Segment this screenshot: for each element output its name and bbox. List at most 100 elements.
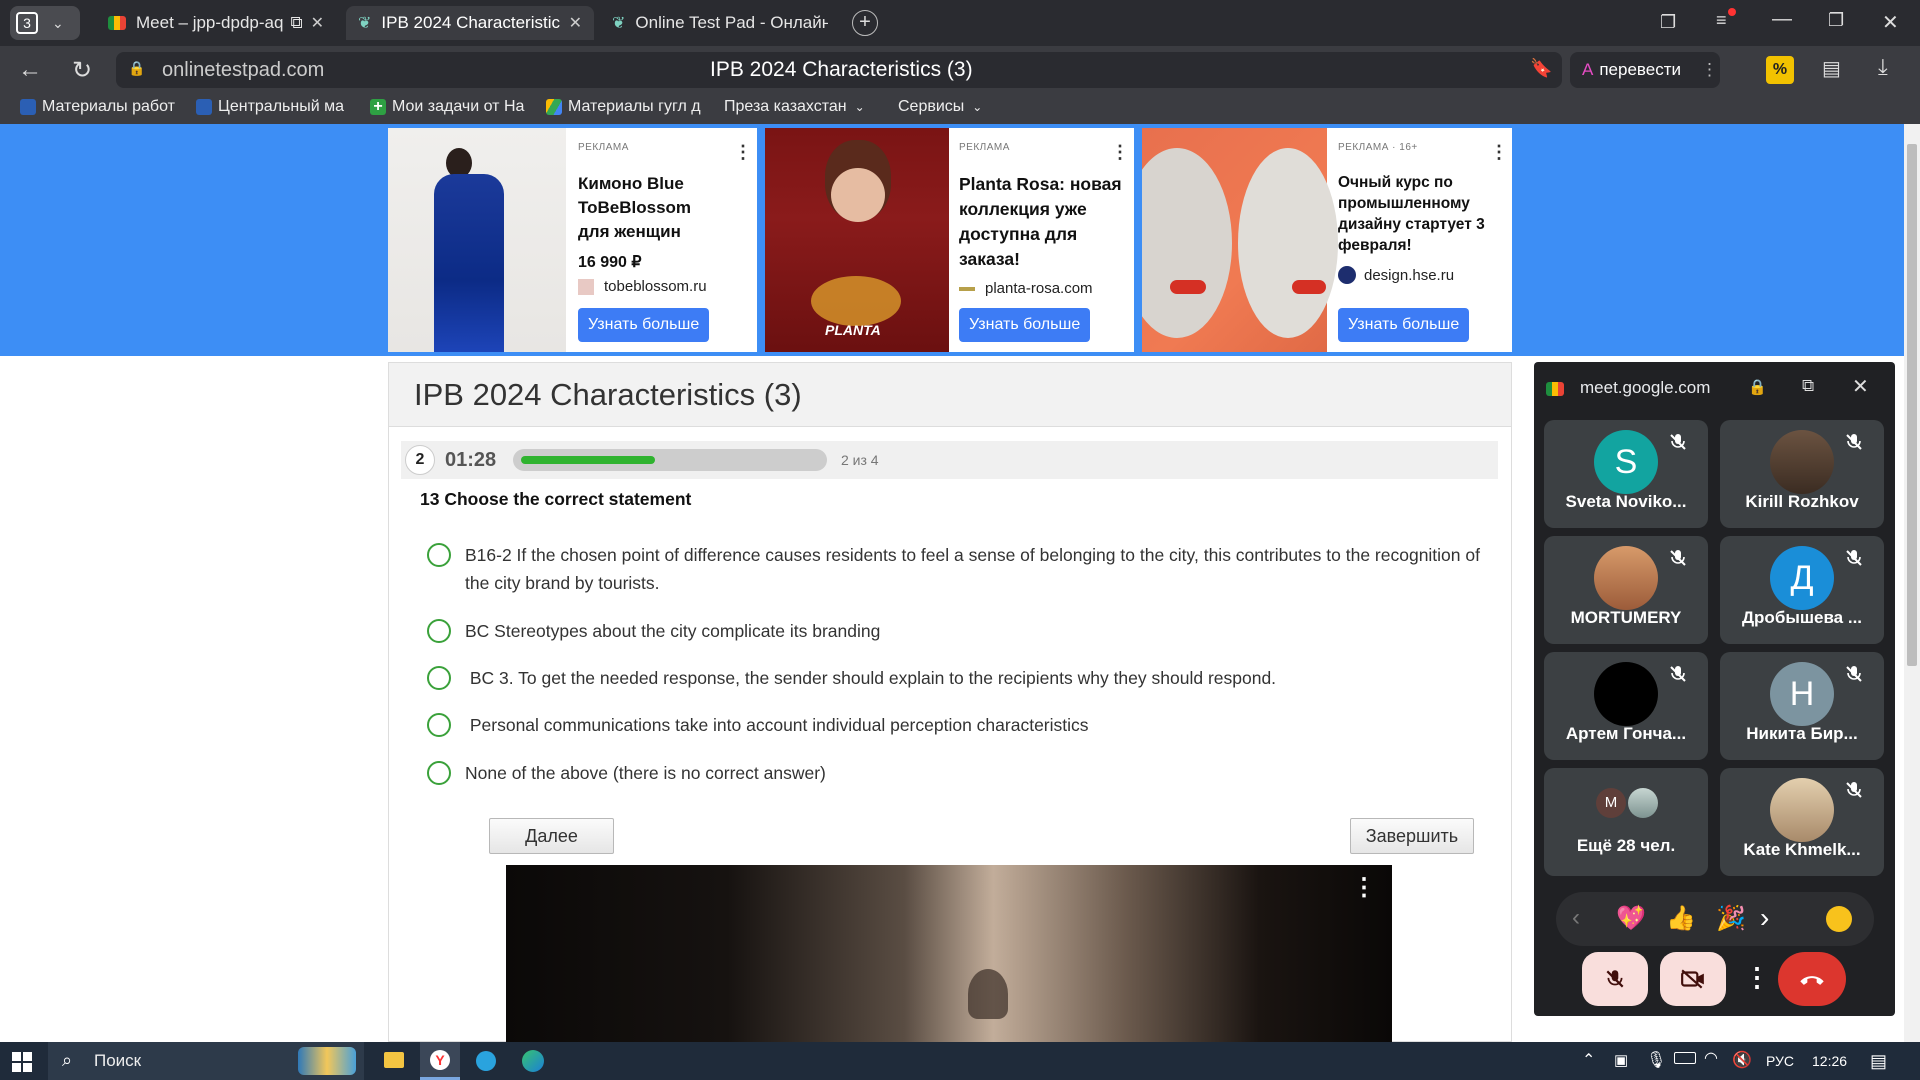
page-scrollbar[interactable] [1904, 124, 1920, 1042]
language-indicator[interactable]: РУС [1766, 1053, 1794, 1069]
tab-meet[interactable]: Meet – jpp-dpdp-aq ⧉ ✕ [96, 6, 336, 40]
participant-tile[interactable]: Артем Гонча... [1544, 652, 1708, 760]
party-reaction[interactable]: 🎉 [1716, 904, 1746, 933]
discount-extension-icon[interactable]: % [1766, 56, 1794, 84]
learn-more-button[interactable]: Узнать больше [959, 308, 1091, 342]
yandex-browser-icon[interactable]: Y [420, 1042, 460, 1080]
windows-start-icon[interactable] [12, 1052, 32, 1072]
mic-off-icon [1606, 970, 1624, 988]
mic-toggle-button[interactable] [1582, 952, 1648, 1006]
end-call-button[interactable] [1778, 952, 1846, 1006]
more-icon[interactable]: ⋮ [1490, 142, 1508, 163]
bookmark-item[interactable]: + Мои задачи от На [370, 98, 526, 116]
participant-tile[interactable]: Н Никита Бир... [1720, 652, 1884, 760]
reload-icon[interactable]: ↻ [72, 56, 92, 85]
participant-tile[interactable]: Д Дробышева ... [1720, 536, 1884, 644]
battery-icon[interactable] [1674, 1052, 1696, 1064]
taskbar-search[interactable]: ⌕ Поиск [48, 1042, 364, 1080]
more-icon[interactable]: ⋮ [1352, 873, 1376, 902]
bookmark-item[interactable]: Материалы гугл д [546, 98, 704, 116]
file-explorer-icon[interactable] [384, 1052, 404, 1068]
participant-tile[interactable]: MORTUMERY [1544, 536, 1708, 644]
answer-option[interactable]: None of the above (there is no correct a… [427, 759, 826, 787]
ad-card[interactable]: PLANTA РЕКЛАМА ⋮ Planta Rosa: новая колл… [765, 128, 1134, 352]
answer-option[interactable]: B16-2 If the chosen point of difference … [427, 541, 1497, 597]
notification-center-icon[interactable]: ▤ [1870, 1051, 1887, 1072]
wifi-icon[interactable]: ◠ [1704, 1048, 1718, 1068]
learn-more-button[interactable]: Узнать больше [1338, 308, 1470, 342]
participant-tile[interactable]: Kate Khmelk... [1720, 768, 1884, 876]
bookmark-icon[interactable]: 🔖 [1530, 58, 1552, 79]
radio-button[interactable] [427, 761, 451, 785]
scrollbar-thumb[interactable] [1907, 144, 1917, 666]
translate-button[interactable]: A перевести ⋮ [1570, 52, 1720, 88]
avatar: Д [1770, 546, 1834, 610]
site-icon [959, 286, 975, 291]
bookmark-folder[interactable]: Сервисы ⌄ [898, 98, 982, 116]
chevron-up-icon[interactable]: ⌃ [1582, 1050, 1595, 1070]
camera-toggle-button[interactable] [1660, 952, 1726, 1006]
mic-off-icon [1670, 666, 1686, 682]
bookmark-folder[interactable]: Преза казахстан ⌄ [724, 98, 865, 116]
timer: 01:28 [445, 449, 497, 471]
back-to-tab-icon[interactable]: ⧉ [1802, 376, 1814, 396]
radio-button[interactable] [427, 666, 451, 690]
radio-button[interactable] [427, 619, 451, 643]
ad-card[interactable]: РЕКЛАМА · 16+ ⋮ Очный курс по промышленн… [1142, 128, 1512, 352]
answer-option[interactable]: Personal communications take into accoun… [427, 711, 1089, 739]
heart-reaction[interactable]: 💖 [1616, 904, 1646, 933]
progress-text: 2 из 4 [841, 452, 879, 468]
tab-title: Online Test Pad - Онлайн [635, 13, 828, 32]
bookmark-item[interactable]: Материалы работ [20, 98, 176, 116]
chevron-right-icon[interactable]: › [1760, 902, 1769, 934]
radio-button[interactable] [427, 713, 451, 737]
clock[interactable]: 12:26 [1812, 1053, 1847, 1069]
finish-button[interactable]: Завершить [1350, 818, 1474, 854]
thumbs-up-reaction[interactable]: 👍 [1666, 904, 1696, 933]
new-tab-button[interactable]: + [852, 10, 878, 36]
url-field[interactable]: 🔒 onlinetestpad.com IPB 2024 Characteris… [116, 52, 1562, 88]
network-icon[interactable]: ▣ [1614, 1051, 1628, 1069]
back-arrow-icon[interactable]: ← [18, 56, 42, 84]
microphone-icon[interactable]: 🎙 [1646, 1050, 1666, 1070]
more-icon[interactable]: ⋮ [1701, 60, 1718, 80]
ad-image: PLANTA [765, 128, 949, 352]
tab-testpad[interactable]: ❦ Online Test Pad - Онлайн [600, 6, 840, 40]
learn-more-button[interactable]: Узнать больше [578, 308, 710, 342]
restore-button[interactable]: ❐ [1828, 10, 1844, 31]
download-icon[interactable]: ⤓ [1878, 54, 1888, 80]
volume-muted-icon[interactable]: 🔇 [1732, 1050, 1752, 1070]
tab-quiz[interactable]: ❦ IPB 2024 Characteristic ✕ [346, 6, 594, 40]
participant-tile[interactable]: S Sveta Noviko... [1544, 420, 1708, 528]
tab-counter-button[interactable]: 3 ⌄ [10, 6, 80, 40]
collections-icon[interactable]: ❐ [1660, 12, 1676, 33]
more-participants-tile[interactable]: M Ещё 28 чел. [1544, 768, 1708, 876]
minimize-button[interactable]: — [1772, 8, 1792, 31]
close-icon[interactable]: ✕ [1852, 374, 1869, 399]
participant-tile[interactable]: Kirill Rozhkov [1720, 420, 1884, 528]
windows-taskbar: ⌕ Поиск Y ⌃ ▣ 🎙 ◠ 🔇 РУС 12:26 ▤ [0, 1042, 1920, 1080]
notifications-icon[interactable]: ≡ [1716, 8, 1736, 31]
close-icon[interactable]: ✕ [311, 13, 324, 33]
edge-icon[interactable] [522, 1050, 544, 1072]
next-button[interactable]: Далее [489, 818, 614, 854]
ad-card[interactable]: РЕКЛАМА ⋮ Кимоно Blue ToBeBlossom для же… [388, 128, 757, 352]
avatar [1594, 662, 1658, 726]
more-icon[interactable]: ⋮ [734, 142, 752, 163]
more-icon[interactable]: ⋮ [1111, 142, 1129, 163]
telegram-icon[interactable] [476, 1051, 496, 1071]
bookmark-item[interactable]: Центральный ма [196, 98, 352, 116]
answer-option[interactable]: BC 3. To get the needed response, the se… [427, 664, 1276, 692]
more-options-icon[interactable]: ⋮ [1744, 962, 1770, 993]
chevron-left-icon[interactable]: ‹ [1572, 904, 1580, 932]
close-icon[interactable]: ✕ [569, 13, 582, 33]
radio-button[interactable] [427, 543, 451, 567]
avatar: Н [1770, 662, 1834, 726]
video-ad[interactable]: ⋮ [506, 865, 1392, 1043]
reader-icon[interactable]: ▤ [1822, 56, 1841, 81]
emoji-skin-tone-icon[interactable] [1826, 906, 1852, 932]
close-window-button[interactable]: ✕ [1882, 10, 1899, 35]
answer-option[interactable]: BC Stereotypes about the city complicate… [427, 617, 880, 645]
google-meet-icon [108, 16, 126, 30]
folder-icon [20, 99, 36, 115]
